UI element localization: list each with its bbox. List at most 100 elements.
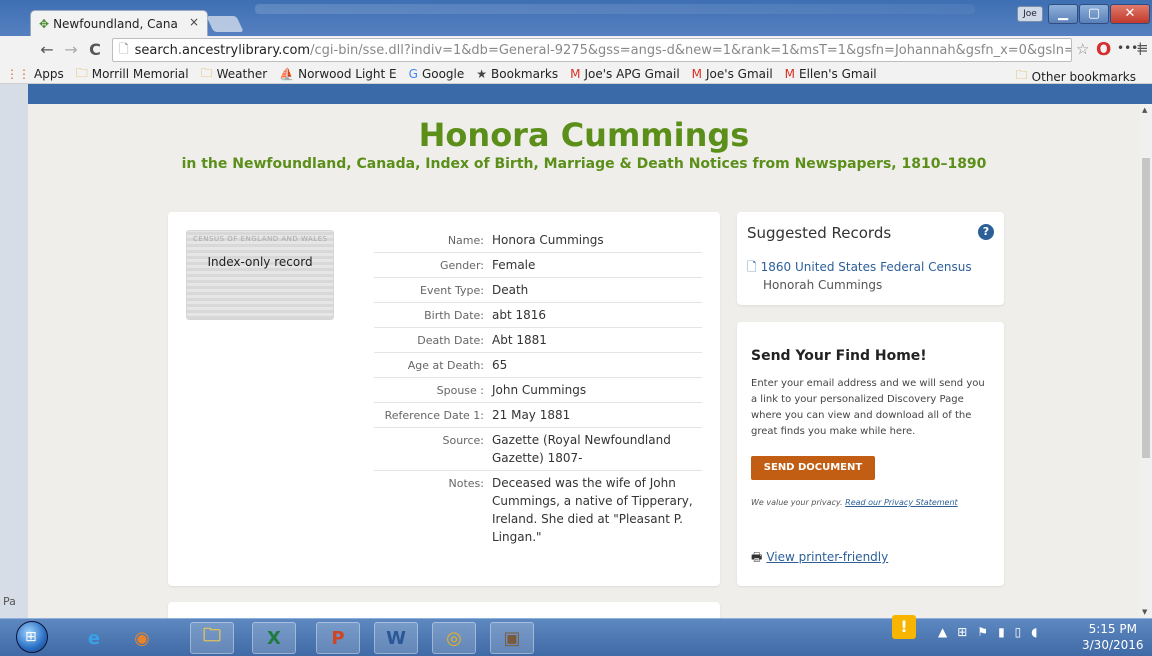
windows-logo-icon: ⊞ xyxy=(25,629,37,645)
profile-badge[interactable]: Joe xyxy=(1017,6,1043,22)
forward-button[interactable]: → xyxy=(62,40,80,59)
folder-icon: 🗀 xyxy=(200,65,213,80)
bookmark-item[interactable]: G Google xyxy=(409,67,465,81)
detail-label: Death Date: xyxy=(417,333,484,347)
star-icon: ★ xyxy=(476,67,488,81)
detail-label: Name: xyxy=(447,233,484,247)
page-scrollbar[interactable]: ▲ ▼ xyxy=(1140,104,1152,618)
tab-close-icon[interactable]: × xyxy=(189,15,199,29)
bookmark-item[interactable]: M Ellen's Gmail xyxy=(785,67,877,81)
bookmark-item[interactable]: 🗀 Weather xyxy=(201,64,268,85)
left-window-edge: Pa xyxy=(0,84,28,618)
suggested-records-title: Suggested Records xyxy=(747,224,892,242)
url-domain: search.ancestrylibrary.com xyxy=(134,42,311,58)
gmail-icon: M xyxy=(784,67,796,81)
word-icon[interactable]: W xyxy=(374,622,418,654)
send-home-title: Send Your Find Home! xyxy=(751,348,927,364)
record-image-thumbnail[interactable]: CENSUS OF ENGLAND AND WALES Index-only r… xyxy=(186,230,334,320)
detail-label: Notes: xyxy=(448,477,484,490)
warning-tray-icon[interactable]: ! xyxy=(892,615,916,639)
detail-value: Death xyxy=(492,283,529,297)
document-icon: 🗋 xyxy=(747,260,757,274)
suggested-record-link[interactable]: 🗋 1860 United States Federal Census xyxy=(747,258,972,279)
system-tray: ▲ ⊞ ⚑ ▮ ▯ ◖ xyxy=(938,625,1038,639)
back-button[interactable]: ← xyxy=(38,40,56,59)
detail-value: Honora Cummings xyxy=(492,233,604,247)
ie-icon[interactable]: e xyxy=(72,622,116,654)
detail-row: Event Type: Death xyxy=(374,278,702,303)
taskbar-clock[interactable]: 5:15 PM 3/30/2016 xyxy=(1082,621,1144,653)
bookmark-star-icon[interactable]: ☆ xyxy=(1076,40,1089,58)
minimize-button[interactable]: ▁ xyxy=(1048,4,1078,24)
action-center-icon[interactable]: ⚑ xyxy=(977,625,988,639)
help-icon[interactable]: ? xyxy=(978,224,994,240)
other-bookmarks-folder[interactable]: 🗀 Other bookmarks xyxy=(1016,66,1136,87)
detail-label: Age at Death: xyxy=(407,358,484,372)
photo-icon[interactable]: ▣ xyxy=(490,622,534,654)
scrollbar-thumb[interactable] xyxy=(1142,158,1150,458)
privacy-statement-link[interactable]: Read our Privacy Statement xyxy=(845,498,958,507)
hamburger-menu-icon[interactable]: ≡ xyxy=(1136,39,1149,57)
detail-row: Name: Honora Cummings xyxy=(374,228,702,253)
windows-flag-icon[interactable]: ⊞ xyxy=(957,625,967,639)
network-icon[interactable]: ▮ xyxy=(998,625,1005,639)
detail-value: Abt 1881 xyxy=(492,333,547,347)
folder-icon: 🗀 xyxy=(1015,68,1028,82)
clock-time: 5:15 PM xyxy=(1088,622,1137,636)
scroll-down-icon[interactable]: ▼ xyxy=(1142,608,1147,616)
left-edge-text: Pa xyxy=(3,595,16,608)
maximize-button[interactable]: ▢ xyxy=(1079,4,1109,24)
index-only-label: Index-only record xyxy=(207,255,313,269)
detail-value: 65 xyxy=(492,358,508,372)
detail-label: Birth Date: xyxy=(424,308,484,322)
bookmarks-bar: ⋮⋮ Apps 🗀 Morrill Memorial 🗀 Weather ⛵ Norwood … xyxy=(0,64,1152,84)
detail-value: John Cummings xyxy=(492,383,587,397)
battery-icon[interactable]: ▯ xyxy=(1015,625,1022,639)
page-title: Honora Cummings xyxy=(418,116,750,154)
close-window-button[interactable]: ✕ xyxy=(1110,4,1150,24)
detail-value: Deceased was the wife of John Cummings, … xyxy=(492,476,693,544)
detail-label: Gender: xyxy=(439,258,484,272)
printer-friendly-link[interactable]: 🖶 View printer-friendly xyxy=(751,548,888,569)
blurred-window-title xyxy=(255,4,975,14)
record-card: CENSUS OF ENGLAND AND WALES Index-only r… xyxy=(168,212,720,586)
scroll-up-icon[interactable]: ▲ xyxy=(1142,106,1147,114)
bookmark-item[interactable]: M Joe's Gmail xyxy=(692,67,773,81)
media-icon[interactable]: ◉ xyxy=(120,622,164,654)
detail-label: Source: xyxy=(442,434,485,447)
volume-icon[interactable]: ◖ xyxy=(1031,625,1037,639)
record-details: Name: Honora Cummings Gender: Female Event T… xyxy=(374,228,702,549)
send-find-home-card: Send Your Find Home! Enter your email ad… xyxy=(737,322,1004,586)
detail-label: Reference Date 1: xyxy=(384,408,484,422)
page-content: Honora Cummings in the Newfoundland, Can… xyxy=(28,104,1140,618)
bookmark-item[interactable]: M Joe's APG Gmail xyxy=(570,67,680,81)
powerpoint-icon[interactable]: P xyxy=(316,622,360,654)
detail-label: Spouse : xyxy=(436,383,484,397)
excel-icon[interactable]: X xyxy=(252,622,296,654)
bookmark-item[interactable]: ⛵ Norwood Light E xyxy=(279,67,396,81)
detail-value: Female xyxy=(492,258,536,272)
send-document-button[interactable]: SEND DOCUMENT xyxy=(751,456,875,480)
detail-value: Gazette (Royal Newfoundland Gazette) 180… xyxy=(492,433,671,465)
browser-tab[interactable]: ✥ Newfoundland, Cana × xyxy=(30,10,208,36)
detail-value: 21 May 1881 xyxy=(492,408,571,422)
bookmark-item[interactable]: 🗀 Morrill Memorial xyxy=(76,64,189,85)
new-tab-button[interactable] xyxy=(206,16,244,32)
folder-icon[interactable]: 🗀 xyxy=(190,622,234,654)
printer-icon: 🖶 xyxy=(751,550,763,564)
url-path: /cgi-bin/sse.dll?indiv=1&db=General-9275… xyxy=(310,42,1072,58)
bookmark-item[interactable]: ★ Bookmarks xyxy=(476,67,558,81)
start-button[interactable]: ⊞ xyxy=(16,621,48,653)
detail-row: Source: Gazette (Royal Newfoundland Gazet… xyxy=(374,428,702,471)
detail-label: Event Type: xyxy=(420,283,484,297)
reload-button[interactable]: C xyxy=(86,40,104,59)
address-bar[interactable]: 🗋 search.ancestrylibrary.com/cgi-bin/sse… xyxy=(112,38,1072,62)
google-icon: G xyxy=(408,67,418,81)
bookmark-item[interactable]: ⋮⋮ Apps xyxy=(6,67,64,81)
opera-icon[interactable]: O xyxy=(1096,39,1111,60)
page-icon: 🗋 xyxy=(119,41,129,56)
detail-value: abt 1816 xyxy=(492,308,547,322)
detail-row: Death Date: Abt 1881 xyxy=(374,328,702,353)
chrome-icon[interactable]: ◎ xyxy=(432,622,476,654)
tray-expand-icon[interactable]: ▲ xyxy=(938,625,947,639)
